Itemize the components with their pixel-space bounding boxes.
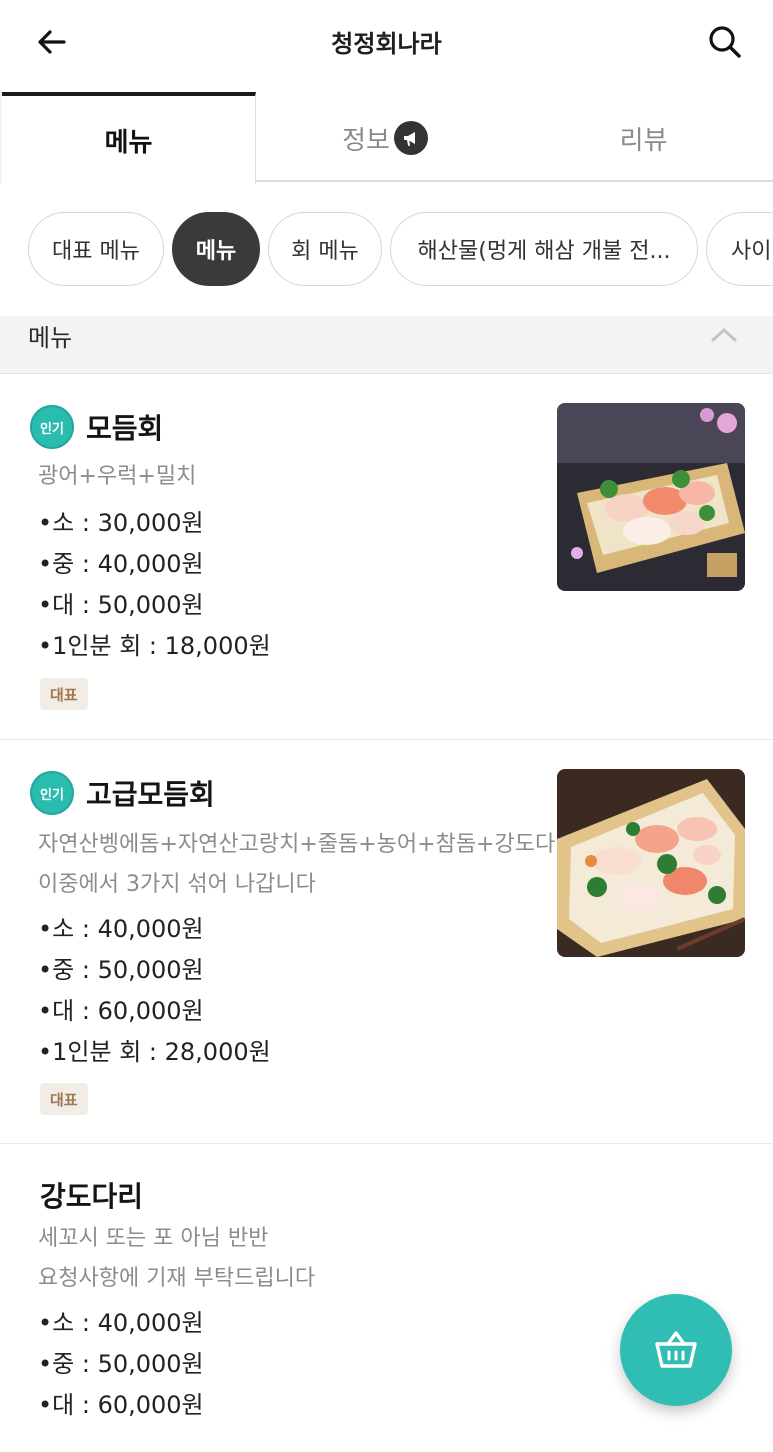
price-line: •중 : 40,000원 [38,550,204,578]
chip-label: 해산물(멍게 해삼 개불 전... [417,239,671,264]
price-line: •중 : 50,000원 [38,1350,204,1378]
chip-seafood[interactable]: 해산물(멍게 해삼 개불 전... [390,212,698,286]
item-title-row: 강도다리 [40,1175,143,1215]
desc-line: 요청사항에 기재 부탁드립니다 [38,1266,316,1291]
popular-badge: 인기 [30,771,74,815]
desc-line: 자연산벵에돔+자연산고랑치+줄돔+농어+참돔+강도다리 [38,832,576,857]
desc-line: 세꼬시 또는 포 아님 반반 [38,1226,269,1251]
tab-divider [256,180,773,182]
menu-section-header[interactable]: 메뉴 [0,316,773,374]
chip-menu[interactable]: 메뉴 [172,212,260,286]
menu-page: 청정회나라 메뉴 정보 리뷰 대표 메뉴 메뉴 회 메뉴 해산물(멍게 해삼 개… [0,0,773,1452]
section-title: 메뉴 [28,324,73,352]
price-line: •대 : 50,000원 [38,591,204,619]
chip-side[interactable]: 사이 [706,212,773,286]
popular-badge: 인기 [30,405,74,449]
chip-label: 회 메뉴 [291,239,359,264]
cart-button[interactable] [620,1294,732,1406]
chip-signature-menu[interactable]: 대표 메뉴 [28,212,164,286]
megaphone-icon [393,121,428,155]
item-name: 강도다리 [40,1180,144,1213]
item-title-row: 인기 모듬회 [30,405,163,449]
item-title-row: 인기 고급모듬회 [30,771,215,815]
price-line: •중 : 50,000원 [38,956,204,984]
item-name: 모듬회 [86,412,164,445]
search-button[interactable] [701,18,749,66]
chevron-up-icon[interactable] [709,320,739,350]
tab-bar: 메뉴 정보 리뷰 [0,92,773,184]
desc-line: 이중에서 3가지 섞어 나갑니다 [38,872,316,897]
price-line: •소 : 40,000원 [38,915,204,943]
price-list: •소 : 30,000원 •중 : 40,000원 •대 : 50,000원 •… [38,503,271,667]
signature-tag: 대표 [40,678,88,710]
price-list: •소 : 40,000원 •중 : 50,000원 •대 : 60,000원 [38,1303,204,1426]
price-list: •소 : 40,000원 •중 : 50,000원 •대 : 60,000원 •… [38,909,271,1073]
tab-label: 정보 [342,125,390,156]
search-icon [709,26,741,58]
food-photo[interactable] [557,769,745,957]
desc-line: 광어+우럭+밀치 [38,464,197,489]
menu-item-premium-mixed-sashimi[interactable]: 인기 고급모듬회 자연산벵에돔+자연산고랑치+줄돔+농어+참돔+강도다리 이중에… [0,741,773,1144]
price-line: •소 : 30,000원 [38,509,204,537]
item-name: 고급모듬회 [86,778,215,811]
item-description: 자연산벵에돔+자연산고랑치+줄돔+농어+참돔+강도다리 이중에서 3가지 섞어 … [38,825,576,905]
top-app-bar: 청정회나라 [0,0,773,92]
sashimi-platter-image [557,403,745,591]
price-line: •1인분 회 : 18,000원 [38,632,271,660]
item-description: 세꼬시 또는 포 아님 반반 요청사항에 기재 부탁드립니다 [38,1219,558,1299]
chip-label: 사이 [731,239,772,264]
basket-icon [655,1331,697,1368]
item-description: 광어+우럭+밀치 [38,457,558,497]
tab-reviews[interactable]: 리뷰 [514,92,773,184]
tab-info[interactable]: 정보 [256,92,514,184]
tab-label: 메뉴 [104,127,153,158]
food-photo[interactable] [557,403,745,591]
sashimi-platter-image [557,769,745,957]
category-chip-bar: 대표 메뉴 메뉴 회 메뉴 해산물(멍게 해삼 개불 전... 사이 [0,184,773,316]
price-line: •1인분 회 : 28,000원 [38,1038,271,1066]
chip-label: 대표 메뉴 [52,239,140,264]
tab-menu[interactable]: 메뉴 [2,92,256,184]
signature-tag: 대표 [40,1083,88,1115]
price-line: •대 : 60,000원 [38,1391,204,1419]
price-line: •대 : 60,000원 [38,997,204,1025]
chip-label: 메뉴 [195,239,237,264]
chip-sashimi-menu[interactable]: 회 메뉴 [268,212,382,286]
tab-label: 리뷰 [619,125,668,156]
price-line: •소 : 40,000원 [38,1309,204,1337]
store-title: 청정회나라 [331,30,442,58]
menu-item-mixed-sashimi[interactable]: 인기 모듬회 광어+우럭+밀치 •소 : 30,000원 •중 : 40,000… [0,375,773,740]
